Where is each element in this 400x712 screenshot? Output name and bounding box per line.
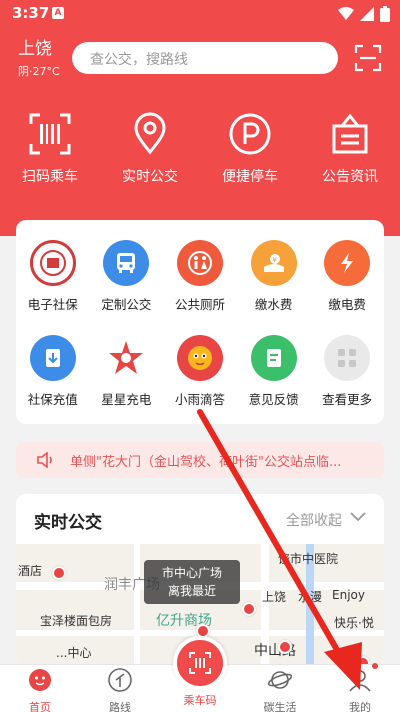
service-custom-bus[interactable]: 定制公交 xyxy=(90,240,164,313)
notice-bar[interactable]: 单侧"花大门（金山驾校、荷叶街"公交站点临... xyxy=(16,442,384,478)
map-label: Enjoy xyxy=(332,588,365,602)
tab-carbon-label: 碳生活 xyxy=(263,701,297,712)
star-charging-icon xyxy=(103,335,150,381)
quick-realtime-bus-label: 实时公交 xyxy=(122,169,178,185)
map-label: 快乐·悦 xyxy=(334,616,374,630)
water-bill-icon: ¥ xyxy=(250,240,297,286)
service-label: 意见反馈 xyxy=(248,392,299,407)
bus-stop-pin[interactable] xyxy=(242,602,256,616)
tab-home[interactable]: 首页 xyxy=(10,667,70,712)
bus-stop-pin[interactable] xyxy=(52,566,66,580)
tab-carbon-life[interactable]: 碳生活 xyxy=(250,667,310,712)
scan-icon[interactable] xyxy=(354,44,382,72)
chevron-down-icon[interactable] xyxy=(350,512,366,522)
quick-announcements[interactable]: 公告资讯 xyxy=(300,112,400,192)
social-security-seal-icon xyxy=(29,240,76,286)
service-label: 定制公交 xyxy=(101,297,152,312)
tab-home-label: 首页 xyxy=(29,701,51,712)
quick-announcements-label: 公告资讯 xyxy=(322,169,378,185)
notification-a-icon: A xyxy=(52,7,64,19)
signal-icon xyxy=(360,7,374,21)
bus-stop-pin[interactable] xyxy=(278,640,292,654)
parking-icon xyxy=(229,113,271,155)
svg-text:¥: ¥ xyxy=(272,256,277,264)
collapse-all-button[interactable]: 全部收起 xyxy=(286,510,342,530)
wifi-icon xyxy=(338,7,354,20)
weather-text: 阴·27°C xyxy=(18,65,60,78)
route-icon xyxy=(108,668,132,692)
battery-icon xyxy=(380,6,390,22)
planet-icon xyxy=(267,671,293,689)
status-bar: 3:37 A xyxy=(0,0,400,28)
location-pin-icon xyxy=(134,112,166,155)
service-social-security[interactable]: 电子社保 xyxy=(16,240,90,313)
service-label: 星星充电 xyxy=(101,392,152,407)
announcement-icon xyxy=(332,113,368,154)
bus-icon xyxy=(103,240,150,286)
search-placeholder: 查公交，搜路线 xyxy=(90,52,188,68)
search-input[interactable]: 查公交，搜路线 xyxy=(72,42,338,74)
service-xiaoyu-dida[interactable]: 小雨滴答 xyxy=(163,335,237,408)
status-time: 3:37 xyxy=(12,4,50,22)
realtime-title: 实时公交 xyxy=(34,513,102,533)
quick-actions: 扫码乘车 实时公交 便捷停车 公告资讯 xyxy=(0,112,400,192)
map-label: 上饶 xyxy=(262,590,287,604)
service-electric-bill[interactable]: 缴电费 xyxy=(310,240,384,313)
quick-parking-label: 便捷停车 xyxy=(222,169,278,185)
service-public-toilet[interactable]: 公共厕所 xyxy=(163,240,237,313)
map-label: 宝泽楼面包房 xyxy=(40,614,113,628)
nearest-stop-popup[interactable]: 市中心广场 离我最近 xyxy=(144,560,240,604)
service-label: 公共厕所 xyxy=(174,297,225,312)
tab-route-label: 路线 xyxy=(109,701,131,712)
service-label: 小雨滴答 xyxy=(174,392,225,407)
user-icon xyxy=(349,670,371,692)
restroom-icon xyxy=(176,240,223,286)
qr-scan-icon xyxy=(29,113,71,155)
notice-text: 单侧"花大门（金山驾校、荷叶街"公交站点临... xyxy=(70,455,342,470)
service-label: 缴电费 xyxy=(328,297,366,312)
services-grid: 电子社保 定制公交 公共厕所 ¥ 缴水费 缴电费 社保充值 星星充电 小雨滴答 … xyxy=(16,240,384,408)
service-view-more[interactable]: 查看更多 xyxy=(310,335,384,408)
qr-code-icon xyxy=(189,652,211,674)
services-card: 电子社保 定制公交 公共厕所 ¥ 缴水费 缴电费 社保充值 星星充电 小雨滴答 … xyxy=(16,220,384,424)
home-face-icon xyxy=(29,669,51,691)
quick-scan-ride-label: 扫码乘车 xyxy=(22,169,78,185)
feedback-icon xyxy=(250,335,297,381)
ride-code-button[interactable] xyxy=(173,636,227,690)
service-social-recharge[interactable]: 社保充值 xyxy=(16,335,90,408)
service-label: 查看更多 xyxy=(322,392,373,407)
status-icons xyxy=(338,6,390,22)
bus-stop-pin[interactable] xyxy=(356,656,370,664)
ride-code-label: 乘车码 xyxy=(183,694,217,707)
notification-dot xyxy=(372,663,378,669)
city-selector[interactable]: 上饶 阴·27°C xyxy=(18,34,60,79)
service-water-bill[interactable]: ¥ 缴水费 xyxy=(237,240,311,313)
popup-stop-name: 市中心广场 xyxy=(161,566,222,580)
service-feedback[interactable]: 意见反馈 xyxy=(237,335,311,408)
map-label: 饶市中医院 xyxy=(278,552,339,566)
service-label: 缴水费 xyxy=(254,297,293,312)
recharge-down-icon xyxy=(29,335,76,381)
service-star-charging[interactable]: 星星充电 xyxy=(90,335,164,408)
map-label: 酒店 xyxy=(18,564,43,578)
service-label: 电子社保 xyxy=(27,297,78,312)
lightning-icon xyxy=(324,240,371,286)
map-road xyxy=(134,544,140,664)
quick-realtime-bus[interactable]: 实时公交 xyxy=(100,112,200,192)
more-grid-icon xyxy=(324,335,371,381)
quick-parking[interactable]: 便捷停车 xyxy=(200,112,300,192)
tab-mine[interactable]: 我的 xyxy=(330,663,390,712)
map-label: 水漫 xyxy=(298,590,323,604)
mascot-icon xyxy=(176,335,223,381)
quick-scan-ride[interactable]: 扫码乘车 xyxy=(0,112,100,192)
tab-mine-label: 我的 xyxy=(349,701,371,712)
map-label: ...中心 xyxy=(56,646,92,660)
service-label: 社保充值 xyxy=(27,392,78,407)
tab-route[interactable]: 路线 xyxy=(90,667,150,712)
popup-subtitle: 离我最近 xyxy=(167,584,216,598)
speaker-icon xyxy=(37,452,52,468)
city-name: 上饶 xyxy=(18,39,52,59)
